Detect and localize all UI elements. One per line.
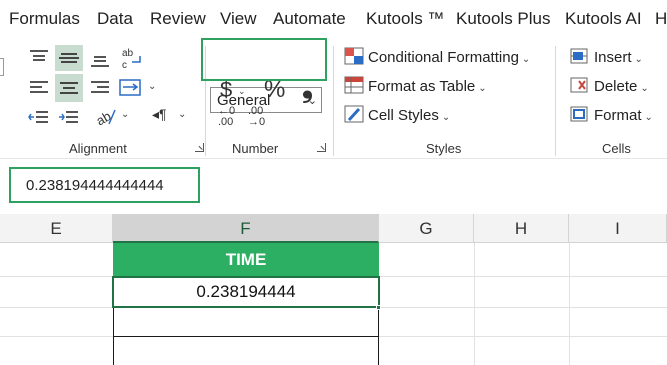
insert-button[interactable]: Insert ⌄ — [570, 47, 643, 66]
tab-kutools[interactable]: Kutools ™ — [366, 9, 444, 29]
fill-handle[interactable] — [376, 305, 381, 310]
currency-dropdown-chevron-icon[interactable]: ⌄ — [238, 86, 246, 97]
column-header-e[interactable]: E — [0, 214, 113, 243]
cell-styles-button[interactable]: Cell Styles ⌄ — [344, 105, 450, 124]
insert-cells-icon — [570, 48, 588, 64]
format-as-table-icon — [344, 76, 364, 94]
format-button[interactable]: Format ⌄ — [570, 105, 653, 124]
format-label: Format — [594, 107, 642, 124]
increase-decimal-bottom: .00 — [218, 116, 234, 128]
tab-view[interactable]: View — [220, 9, 257, 29]
insert-label: Insert — [594, 49, 632, 66]
empty-table-cell[interactable] — [113, 336, 379, 365]
text-direction-icon[interactable]: ◂¶ — [152, 106, 167, 123]
cell-styles-icon — [344, 105, 364, 123]
svg-text:c: c — [122, 60, 127, 71]
align-center-icon[interactable] — [55, 74, 83, 102]
column-gridline — [474, 243, 475, 365]
chevron-down-icon: ⌄ — [441, 112, 451, 123]
formula-bar-input[interactable]: 0.238194444444444 — [26, 177, 164, 194]
align-middle-icon[interactable] — [55, 45, 83, 71]
chevron-down-icon: ⌄ — [644, 112, 653, 123]
delete-label: Delete — [594, 78, 638, 95]
alignment-launcher-icon[interactable] — [195, 143, 204, 152]
tab-review[interactable]: Review — [150, 9, 206, 29]
wrap-dropdown-chevron-icon[interactable]: ⌄ — [148, 81, 156, 92]
collapsed-control-fragment[interactable] — [0, 58, 4, 76]
chevron-down-icon: ⌄ — [634, 54, 643, 65]
orientation-abc-icon[interactable]: ab c — [120, 46, 146, 72]
ribbon: ab c ⌄ ab ⌄ ◂¶ ⌄ Alignment General ⌄ $ ⌄… — [0, 40, 667, 158]
format-as-table-label: Format as Table — [368, 78, 476, 95]
alignment-group-label: Alignment — [69, 141, 127, 156]
number-group-label: Number — [232, 141, 279, 156]
ribbon-tabs: Formulas Data Review View Automate Kutoo… — [0, 0, 667, 40]
styles-group-label: Styles — [426, 141, 462, 156]
align-bottom-icon[interactable] — [89, 48, 111, 70]
tab-data[interactable]: Data — [97, 9, 133, 29]
conditional-formatting-button[interactable]: Conditional Formatting ⌄ — [344, 47, 530, 66]
svg-text:ab: ab — [95, 108, 113, 128]
cell-styles-label: Cell Styles — [368, 107, 439, 124]
direction-dropdown-chevron-icon[interactable]: ⌄ — [178, 109, 186, 120]
align-top-icon[interactable] — [28, 48, 50, 68]
increase-decimal-icon[interactable]: ←0 .00 — [218, 106, 242, 132]
wrap-text-icon[interactable] — [119, 78, 145, 98]
tab-kutools-ai[interactable]: Kutools AI — [565, 9, 642, 29]
chevron-down-icon: ⌄ — [640, 83, 649, 94]
number-format-highlight — [201, 38, 327, 81]
group-divider — [555, 46, 556, 156]
format-cells-icon — [570, 106, 588, 122]
number-launcher-icon[interactable] — [317, 143, 326, 152]
time-header-cell[interactable]: TIME — [113, 243, 379, 276]
text-orientation-icon[interactable]: ab — [95, 106, 119, 128]
column-header-i[interactable]: I — [569, 214, 667, 243]
cells-group-label: Cells — [602, 141, 631, 156]
decrease-decimal-bottom: →0 — [248, 116, 266, 128]
align-right-icon[interactable] — [89, 78, 111, 98]
format-as-table-button[interactable]: Format as Table ⌄ — [344, 76, 487, 95]
increase-indent-icon[interactable] — [58, 108, 80, 128]
tab-automate[interactable]: Automate — [273, 9, 346, 29]
column-gridline — [569, 243, 570, 365]
conditional-formatting-label: Conditional Formatting — [368, 49, 519, 66]
tab-formulas[interactable]: Formulas — [9, 9, 80, 29]
tab-kutools-plus[interactable]: Kutools Plus — [456, 9, 551, 29]
column-header-f[interactable]: F — [113, 214, 379, 243]
column-header-h[interactable]: H — [474, 214, 569, 243]
column-header-g[interactable]: G — [379, 214, 474, 243]
decrease-decimal-icon[interactable]: .00 →0 — [248, 106, 272, 132]
delete-button[interactable]: Delete ⌄ — [570, 76, 649, 95]
group-divider — [333, 46, 334, 156]
chevron-down-icon: ⌄ — [521, 54, 531, 65]
conditional-formatting-icon — [344, 47, 364, 65]
orientation-dropdown-chevron-icon[interactable]: ⌄ — [121, 109, 129, 120]
active-cell-border — [112, 276, 380, 308]
decrease-indent-icon[interactable] — [28, 108, 50, 128]
align-left-icon[interactable] — [28, 78, 50, 98]
delete-cells-icon — [570, 77, 588, 93]
svg-text:ab: ab — [122, 48, 134, 59]
tab-help[interactable]: He — [655, 9, 667, 29]
empty-table-cell[interactable] — [113, 307, 379, 337]
chevron-down-icon: ⌄ — [478, 83, 487, 94]
